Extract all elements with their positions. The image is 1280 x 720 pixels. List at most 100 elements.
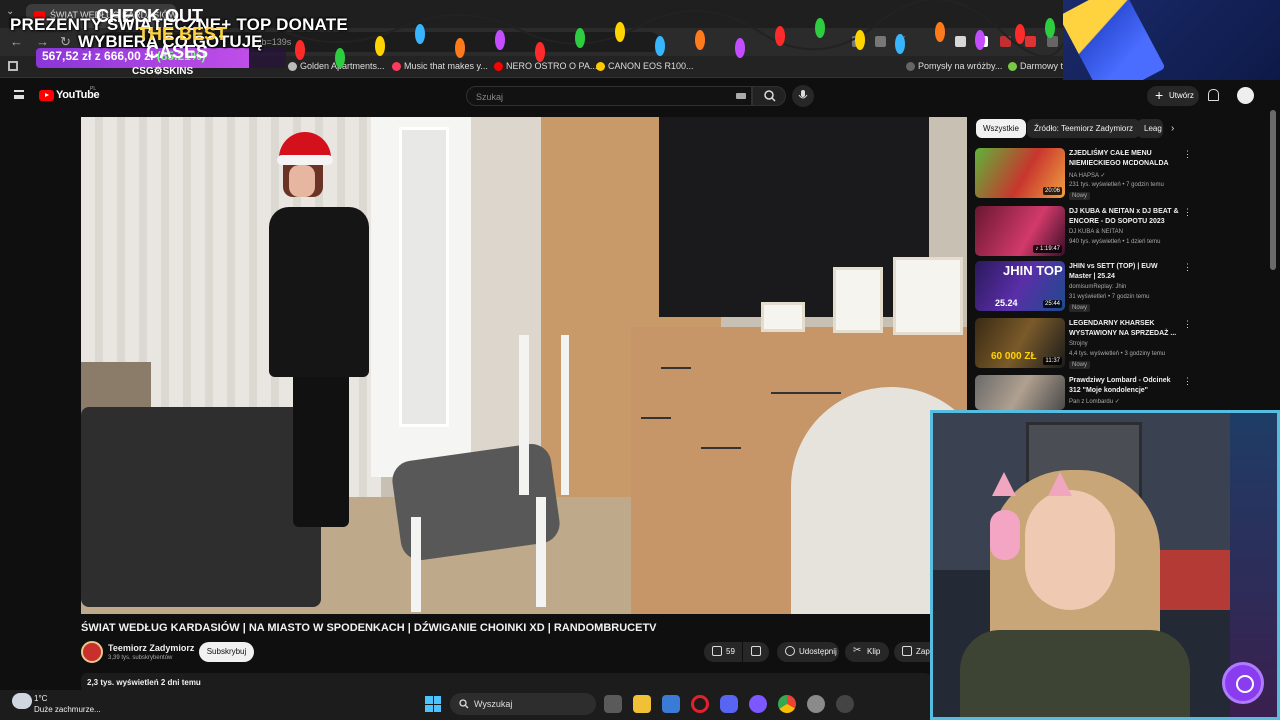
rec-title[interactable]: LEGENDARNY KHARSEK WYSTAWIONY NA SPRZEDA… bbox=[1069, 319, 1179, 339]
extension-icon[interactable] bbox=[1000, 36, 1011, 47]
rec-title[interactable]: ZJEDLIŚMY CAŁE MENU NIEMIECKIEGO MCDONAL… bbox=[1069, 149, 1179, 169]
voice-search-button[interactable] bbox=[792, 85, 814, 107]
bookmark-item[interactable]: CANON EOS R100... bbox=[596, 61, 694, 71]
file-explorer-icon[interactable] bbox=[633, 695, 651, 713]
rec-thumbnail[interactable]: 60 000 ZŁ 11:37 bbox=[975, 318, 1065, 368]
page-scrollbar[interactable] bbox=[1270, 110, 1276, 270]
channel-subscriber-count: 3,39 tys. subskrybentów bbox=[108, 655, 173, 661]
task-view-icon[interactable] bbox=[604, 695, 622, 713]
rec-new-badge: Nowy bbox=[1069, 361, 1091, 369]
create-button[interactable]: Utwórz bbox=[1147, 86, 1199, 106]
microphone-icon bbox=[798, 90, 808, 99]
chevron-right-icon[interactable]: › bbox=[1171, 123, 1174, 134]
weather-temperature[interactable]: 1°C bbox=[34, 694, 47, 703]
more-options-icon[interactable]: ⋮ bbox=[1183, 262, 1192, 273]
video-frame-chair bbox=[519, 335, 569, 495]
more-options-icon[interactable]: ⋮ bbox=[1183, 376, 1192, 387]
windows-start-icon[interactable] bbox=[425, 696, 441, 712]
bookmark-item[interactable]: Darmowy te bbox=[1008, 61, 1068, 71]
bookmark-item[interactable]: NERO OSTRO O PA... bbox=[494, 61, 597, 71]
rec-title[interactable]: DJ KUBA & NEITAN x DJ BEAT & ENCORE - DO… bbox=[1069, 207, 1179, 227]
video-frame-photo bbox=[893, 257, 963, 335]
more-options-icon[interactable]: ⋮ bbox=[1183, 207, 1192, 218]
bookmark-item[interactable]: Pomysły na wróżby... bbox=[906, 61, 1002, 71]
like-count: 59 bbox=[726, 647, 735, 656]
chrome-icon[interactable] bbox=[778, 695, 796, 713]
forward-icon[interactable]: → bbox=[36, 34, 49, 49]
weather-description[interactable]: Duże zachmurze... bbox=[34, 705, 101, 714]
extension-icon[interactable] bbox=[977, 36, 988, 47]
apps-grid-icon[interactable] bbox=[8, 61, 18, 71]
search-input[interactable]: Szukaj bbox=[466, 86, 752, 106]
channel-name[interactable]: Teemiorz Zadymiorz bbox=[108, 643, 194, 653]
thumbs-down-icon bbox=[751, 646, 761, 656]
subscribe-button[interactable]: Subskrybuj bbox=[199, 642, 254, 662]
video-frame-person-face bbox=[289, 165, 315, 197]
youtube-logo-icon[interactable] bbox=[39, 90, 54, 101]
back-icon[interactable]: ← bbox=[10, 34, 23, 49]
search-button[interactable] bbox=[752, 86, 786, 106]
extension-icon[interactable] bbox=[1047, 36, 1058, 47]
clip-button[interactable]: ✂ Klip bbox=[845, 642, 889, 662]
floating-action-button[interactable] bbox=[1222, 662, 1264, 704]
opera-icon[interactable] bbox=[691, 695, 709, 713]
chip-all[interactable]: Wszystkie bbox=[976, 119, 1026, 138]
discord-icon[interactable] bbox=[720, 695, 738, 713]
bookmark-item[interactable]: Golden Apartments... bbox=[288, 61, 385, 71]
chip-league[interactable]: Leag bbox=[1137, 119, 1163, 138]
save-button[interactable]: Zapis bbox=[894, 642, 936, 662]
app-icon[interactable] bbox=[749, 695, 767, 713]
rec-title[interactable]: Prawdziwy Lombard - Odcinek 312 "Moje ko… bbox=[1069, 376, 1179, 396]
rec-title[interactable]: JHIN vs SETT (TOP) | EUW Master | 25.24 bbox=[1069, 262, 1179, 282]
keyboard-icon[interactable] bbox=[736, 93, 746, 99]
rec-thumbnail[interactable] bbox=[975, 375, 1065, 410]
knife-graphic bbox=[1063, 0, 1166, 80]
more-options-icon[interactable]: ⋮ bbox=[1183, 319, 1192, 330]
like-button[interactable]: 59 bbox=[704, 642, 742, 662]
video-frame-photo bbox=[761, 302, 805, 332]
rec-duration: 20:06 bbox=[1042, 187, 1062, 195]
video-frame-person-legs bbox=[293, 367, 349, 527]
video-frame-balcony-door bbox=[399, 127, 449, 427]
csgoskins-ad-banner[interactable] bbox=[1063, 0, 1280, 80]
rec-meta: 231 tys. wyświetleń • 7 godzin temu bbox=[1069, 182, 1164, 188]
dislike-button[interactable] bbox=[743, 642, 769, 662]
rec-thumbnail[interactable]: ♪ 1:19:47 bbox=[975, 206, 1065, 256]
thumbs-up-icon bbox=[712, 646, 722, 656]
taskbar-search[interactable]: Wyszukaj bbox=[450, 693, 596, 715]
search-icon bbox=[764, 90, 776, 102]
more-options-icon[interactable]: ⋮ bbox=[1183, 149, 1192, 160]
channel-avatar[interactable] bbox=[81, 641, 103, 663]
rec-thumbnail[interactable]: 20:06 bbox=[975, 148, 1065, 198]
video-player[interactable] bbox=[81, 117, 967, 614]
cast-icon[interactable] bbox=[852, 36, 863, 47]
star-icon[interactable]: ☆ bbox=[897, 33, 908, 44]
menu-icon[interactable] bbox=[14, 90, 24, 99]
share-button[interactable]: Udostępnij bbox=[777, 642, 839, 662]
rec-channel[interactable]: Pan z Lombardu ✓ bbox=[1069, 398, 1120, 405]
rec-thumbnail-text: JHIN TOP bbox=[1003, 263, 1063, 278]
rec-channel[interactable]: DJ KUBA & NEITAN bbox=[1069, 229, 1123, 235]
chip-source-channel[interactable]: Źródło: Teemiorz Zadymiorz bbox=[1027, 119, 1140, 138]
bookmark-icon bbox=[902, 646, 912, 656]
rec-channel[interactable]: Strojny bbox=[1069, 341, 1088, 347]
notifications-bell-icon[interactable] bbox=[1208, 89, 1219, 101]
youtube-country-code: PL bbox=[90, 86, 97, 92]
rec-channel[interactable]: domisumReplay: Jhin bbox=[1069, 284, 1126, 290]
store-icon[interactable] bbox=[662, 695, 680, 713]
ad-line-3: CASES bbox=[146, 42, 209, 62]
screenshot-icon[interactable] bbox=[875, 36, 886, 47]
extension-icon[interactable] bbox=[1025, 36, 1036, 47]
video-frame-person-body bbox=[269, 207, 369, 377]
account-avatar[interactable] bbox=[1237, 87, 1254, 104]
extension-icon[interactable] bbox=[955, 36, 966, 47]
rec-thumbnail[interactable]: JHIN TOP 25.24 25:44 bbox=[975, 261, 1065, 311]
weather-cloud-icon[interactable] bbox=[12, 693, 32, 709]
video-frame-sofa bbox=[81, 407, 321, 607]
rec-channel[interactable]: NA HAPSA ✓ bbox=[1069, 172, 1105, 179]
rec-thumbnail-subtext: 25.24 bbox=[995, 298, 1018, 308]
settings-gear-icon[interactable] bbox=[807, 695, 825, 713]
obs-icon[interactable] bbox=[836, 695, 854, 713]
bookmark-item[interactable]: Music that makes y... bbox=[392, 61, 488, 71]
rec-meta: 31 wyświetleń • 7 godzin temu bbox=[1069, 294, 1150, 300]
